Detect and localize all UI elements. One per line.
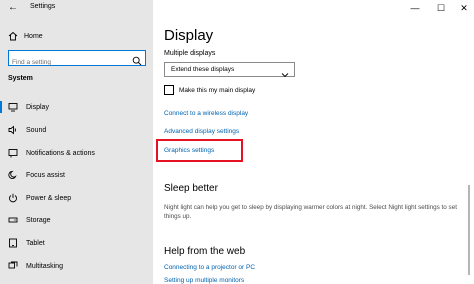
help-heading: Help from the web	[164, 246, 246, 257]
sidebar-item-label: Sound	[26, 126, 47, 134]
sidebar-item-focus-assist[interactable]: Focus assist	[0, 165, 153, 185]
sidebar-item-label: Focus assist	[26, 171, 65, 179]
page-title: Display	[164, 27, 214, 44]
search-input[interactable]	[9, 55, 127, 70]
sidebar: ← Settings Home System Display Sound Not…	[0, 0, 153, 284]
home-nav-item[interactable]: Home	[8, 30, 43, 42]
multiple-displays-dropdown[interactable]: Extend these displays	[164, 62, 295, 78]
sidebar-item-label: Display	[26, 103, 49, 111]
sleep-better-text: Night light can help you get to sleep by…	[164, 204, 457, 220]
main-display-checkbox-label: Make this my main display	[179, 86, 256, 94]
display-icon	[8, 102, 18, 112]
maximize-button[interactable]: ☐	[434, 2, 448, 14]
tablet-icon	[8, 238, 18, 248]
sidebar-item-display[interactable]: Display	[0, 97, 153, 117]
sidebar-item-label: Multitasking	[26, 262, 63, 270]
highlight-box	[156, 139, 243, 162]
app-title: Settings	[30, 3, 56, 10]
sidebar-item-multitasking[interactable]: Multitasking	[0, 256, 153, 276]
connect-wireless-display-link[interactable]: Connect to a wireless display	[164, 110, 248, 117]
sidebar-item-label: Tablet	[26, 239, 45, 247]
search-icon[interactable]	[132, 53, 142, 66]
help-link-monitors[interactable]: Setting up multiple monitors	[164, 277, 244, 284]
sidebar-item-label: Notifications & actions	[26, 149, 95, 157]
minimize-button[interactable]: —	[408, 2, 422, 14]
focus-assist-icon	[8, 170, 18, 180]
sidebar-item-label: Power & sleep	[26, 194, 72, 202]
section-label-system: System	[8, 75, 33, 82]
sidebar-item-label: Storage	[26, 216, 51, 224]
scrollbar[interactable]	[468, 185, 470, 275]
help-link-projector[interactable]: Connecting to a projector or PC	[164, 264, 255, 271]
sidebar-item-storage[interactable]: Storage	[0, 210, 153, 230]
title-bar-left: ← Settings	[0, 0, 153, 17]
sidebar-item-power-sleep[interactable]: Power & sleep	[0, 188, 153, 208]
sidebar-item-tablet[interactable]: Tablet	[0, 233, 153, 253]
multiple-displays-label: Multiple displays	[164, 50, 216, 57]
sidebar-item-notifications[interactable]: Notifications & actions	[0, 143, 153, 163]
sidebar-item-sound[interactable]: Sound	[0, 120, 153, 140]
main-display-checkbox-row[interactable]: Make this my main display	[164, 85, 255, 95]
dropdown-value: Extend these displays	[171, 66, 235, 73]
back-arrow-icon[interactable]: ←	[8, 2, 18, 14]
sleep-better-heading: Sleep better	[164, 183, 218, 194]
sound-icon	[8, 125, 18, 135]
notifications-icon	[8, 148, 18, 158]
close-button[interactable]: ✕	[457, 2, 471, 14]
chevron-down-icon	[281, 66, 289, 78]
main-display-checkbox[interactable]	[164, 85, 174, 95]
home-icon	[8, 31, 18, 41]
power-icon	[8, 193, 18, 203]
search-box	[8, 50, 146, 70]
advanced-display-settings-link[interactable]: Advanced display settings	[164, 128, 239, 135]
home-label: Home	[24, 32, 43, 40]
storage-icon	[8, 215, 18, 225]
multitasking-icon	[8, 261, 18, 271]
